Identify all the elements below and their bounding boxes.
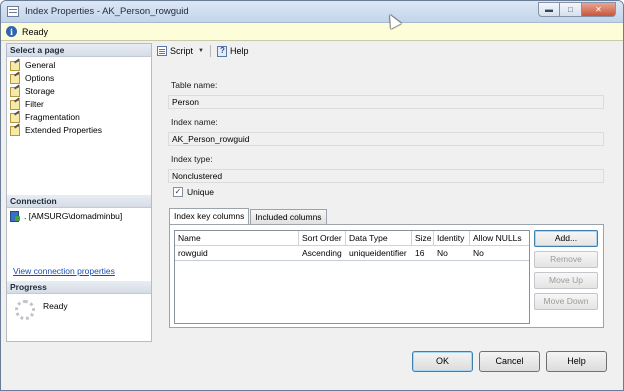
right-pane: Script ▼ Help Table name: Person Index n…	[153, 43, 619, 342]
help-toolbar-button[interactable]: Help	[215, 44, 251, 58]
server-icon	[10, 211, 20, 222]
close-icon: ✕	[595, 5, 602, 14]
cancel-button[interactable]: Cancel	[479, 351, 540, 372]
tab-panel: Name Sort Order Data Type Size Identity …	[169, 224, 604, 328]
tab-index-key-columns[interactable]: Index key columns	[169, 208, 250, 224]
script-icon	[157, 46, 167, 56]
title-bar[interactable]: Index Properties - AK_Person_rowguid ▬ □…	[1, 1, 623, 23]
page-icon	[10, 60, 21, 71]
index-properties-window: Index Properties - AK_Person_rowguid ▬ □…	[0, 0, 624, 391]
help-label: Help	[229, 46, 249, 56]
column-header-data-type[interactable]: Data Type	[346, 231, 412, 245]
page-item-label: General	[25, 59, 56, 70]
column-header-sort-order[interactable]: Sort Order	[299, 231, 346, 245]
page-item-label: Extended Properties	[25, 124, 103, 135]
maximize-icon: □	[568, 5, 573, 14]
status-bar: i Ready	[1, 23, 623, 41]
page-item-storage[interactable]: Storage	[7, 84, 151, 97]
table-name-label: Table name:	[171, 80, 218, 90]
page-item-fragmentation[interactable]: Fragmentation	[7, 110, 151, 123]
close-button[interactable]: ✕	[582, 2, 616, 17]
cell-allow-nulls: No	[473, 248, 484, 258]
connection-server: . [AMSURG\domadminbu]	[10, 211, 123, 222]
chevron-down-icon[interactable]: ▼	[198, 48, 204, 54]
tab-included-columns[interactable]: Included columns	[250, 209, 327, 224]
dialog-buttons: OK Cancel Help	[412, 351, 613, 372]
index-type-label: Index type:	[171, 154, 213, 164]
move-down-button[interactable]: Move Down	[534, 293, 598, 310]
toolbar: Script ▼ Help	[153, 43, 619, 59]
progress-header: Progress	[7, 281, 151, 294]
index-name-field: AK_Person_rowguid	[168, 132, 604, 146]
move-up-button[interactable]: Move Up	[534, 272, 598, 289]
progress-status: Ready	[43, 301, 68, 311]
page-icon	[10, 86, 21, 97]
page-item-label: Options	[25, 72, 55, 83]
page-item-label: Fragmentation	[25, 111, 80, 122]
cell-name: rowguid	[178, 248, 208, 258]
tab-strip: Index key columns Included columns	[169, 208, 328, 225]
minimize-icon: ▬	[545, 5, 553, 14]
cell-identity: No	[437, 248, 448, 258]
window-controls: ▬ □ ✕	[538, 2, 616, 17]
help-button[interactable]: Help	[546, 351, 607, 372]
unique-checkbox[interactable]: ✓	[173, 187, 183, 197]
info-icon: i	[6, 26, 17, 37]
unique-checkbox-row[interactable]: ✓ Unique	[173, 187, 214, 197]
left-pane: Select a page General Options Storage Fi…	[6, 43, 152, 342]
connection-server-label: . [AMSURG\domadminbu]	[24, 211, 123, 221]
page-list: General Options Storage Filter Fragmenta…	[7, 57, 151, 136]
page-item-label: Filter	[25, 98, 44, 109]
column-header-identity[interactable]: Identity	[434, 231, 470, 245]
cell-size: 16	[415, 248, 425, 258]
table-name-field: Person	[168, 95, 604, 109]
window-icon	[7, 6, 19, 17]
page-item-filter[interactable]: Filter	[7, 97, 151, 110]
add-column-button[interactable]: Add...	[534, 230, 598, 247]
column-header-name[interactable]: Name	[175, 231, 299, 245]
unique-label: Unique	[187, 187, 214, 197]
column-buttons: Add... Remove Move Up Move Down	[534, 230, 598, 314]
page-item-options[interactable]: Options	[7, 71, 151, 84]
key-columns-grid[interactable]: Name Sort Order Data Type Size Identity …	[174, 230, 530, 324]
page-item-label: Storage	[25, 85, 55, 96]
page-item-extended-properties[interactable]: Extended Properties	[7, 123, 151, 136]
page-icon	[10, 73, 21, 84]
status-text: Ready	[22, 26, 49, 37]
view-connection-properties-link[interactable]: View connection properties	[13, 266, 115, 276]
window-title: Index Properties - AK_Person_rowguid	[25, 6, 189, 17]
index-name-label: Index name:	[171, 117, 218, 127]
page-icon	[10, 112, 21, 123]
table-row[interactable]: rowguid Ascending uniqueidentifier 16 No…	[175, 246, 529, 261]
cell-sort-order[interactable]: Ascending	[299, 246, 346, 260]
select-page-header: Select a page	[7, 44, 151, 57]
page-icon	[10, 99, 21, 110]
ok-button[interactable]: OK	[412, 351, 473, 372]
minimize-button[interactable]: ▬	[538, 2, 560, 17]
cell-data-type: uniqueidentifier	[349, 248, 407, 258]
progress-spinner-icon	[15, 300, 35, 320]
maximize-button[interactable]: □	[560, 2, 582, 17]
connection-header: Connection	[7, 195, 151, 208]
column-header-allow-nulls[interactable]: Allow NULLs	[470, 231, 524, 245]
remove-column-button[interactable]: Remove	[534, 251, 598, 268]
help-icon	[216, 45, 227, 57]
grid-header-row: Name Sort Order Data Type Size Identity …	[175, 231, 529, 246]
index-type-field: Nonclustered	[168, 169, 604, 183]
script-button[interactable]: Script ▼	[155, 44, 206, 58]
script-label: Script	[170, 46, 194, 56]
page-item-general[interactable]: General	[7, 58, 151, 71]
column-header-size[interactable]: Size	[412, 231, 434, 245]
page-icon	[10, 125, 21, 136]
toolbar-separator	[209, 45, 211, 57]
